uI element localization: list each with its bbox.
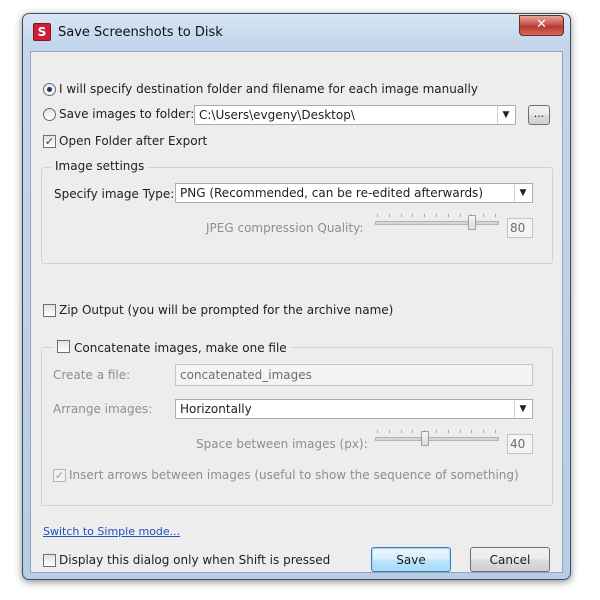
shift-only-label[interactable]: Display this dialog only when Shift is p… bbox=[59, 553, 330, 567]
concatenate-checkbox[interactable] bbox=[57, 340, 70, 353]
shift-only-checkbox[interactable] bbox=[43, 554, 56, 567]
jpeg-quality-slider-tick bbox=[483, 214, 484, 217]
jpeg-quality-slider-tick bbox=[448, 214, 449, 217]
cancel-button[interactable]: Cancel bbox=[470, 547, 550, 572]
space-between-slider[interactable] bbox=[375, 428, 499, 450]
dialog-window: S Save Screenshots to Disk ✕ I will spec… bbox=[22, 13, 571, 580]
jpeg-quality-slider[interactable] bbox=[375, 212, 499, 234]
jpeg-quality-slider-tick bbox=[460, 214, 461, 217]
space-between-slider-tick bbox=[436, 430, 437, 433]
jpeg-quality-input[interactable]: 80 bbox=[507, 218, 533, 238]
concatenate-title-wrap: Concatenate images, make one file bbox=[53, 339, 291, 355]
zip-output-checkbox[interactable] bbox=[43, 304, 56, 317]
save-to-folder-radio[interactable] bbox=[43, 108, 56, 121]
concatenate-label[interactable]: Concatenate images, make one file bbox=[74, 341, 287, 355]
jpeg-quality-slider-tick bbox=[495, 214, 496, 217]
space-between-slider-tick bbox=[389, 430, 390, 433]
manual-destination-label[interactable]: I will specify destination folder and fi… bbox=[59, 82, 478, 96]
space-between-slider-tick bbox=[412, 430, 413, 433]
dialog-client-area: I will specify destination folder and fi… bbox=[30, 51, 563, 573]
save-to-folder-label[interactable]: Save images to folder: bbox=[59, 107, 194, 121]
space-between-slider-tick bbox=[401, 430, 402, 433]
open-folder-label[interactable]: Open Folder after Export bbox=[59, 134, 207, 148]
window-title: Save Screenshots to Disk bbox=[58, 25, 223, 40]
space-between-slider-tick bbox=[471, 430, 472, 433]
jpeg-quality-slider-tick bbox=[377, 214, 378, 217]
space-between-input[interactable]: 40 bbox=[507, 434, 533, 454]
space-between-slider-tick bbox=[460, 430, 461, 433]
space-between-slider-track bbox=[375, 437, 499, 441]
jpeg-quality-slider-track bbox=[375, 221, 499, 225]
arrange-images-label: Arrange images: bbox=[53, 402, 153, 416]
space-between-slider-tick bbox=[448, 430, 449, 433]
space-between-slider-tick bbox=[377, 430, 378, 433]
create-file-input[interactable]: concatenated_images bbox=[175, 364, 533, 386]
image-type-label: Specify image Type: bbox=[54, 187, 175, 201]
jpeg-quality-label: JPEG compression Quality: bbox=[206, 221, 364, 235]
zip-output-label[interactable]: Zip Output (you will be prompted for the… bbox=[59, 303, 393, 317]
insert-arrows-checkbox[interactable]: ✓ bbox=[53, 469, 66, 482]
create-file-label: Create a file: bbox=[53, 368, 131, 382]
jpeg-quality-slider-tick bbox=[424, 214, 425, 217]
open-folder-checkbox[interactable]: ✓ bbox=[43, 135, 56, 148]
folder-path-value: C:\Users\evgeny\Desktop\ bbox=[199, 108, 355, 122]
arrange-images-select[interactable]: Horizontally bbox=[175, 399, 533, 419]
close-button[interactable]: ✕ bbox=[519, 15, 564, 36]
image-settings-title: Image settings bbox=[51, 159, 149, 173]
image-type-dropdown-arrow-icon[interactable]: ▼ bbox=[514, 184, 531, 202]
jpeg-quality-slider-thumb[interactable] bbox=[468, 215, 476, 230]
space-between-slider-thumb[interactable] bbox=[421, 431, 429, 446]
space-between-slider-tick bbox=[483, 430, 484, 433]
jpeg-quality-slider-tick bbox=[401, 214, 402, 217]
space-between-slider-tick bbox=[495, 430, 496, 433]
space-between-label: Space between images (px): bbox=[196, 437, 368, 451]
save-button[interactable]: Save bbox=[371, 547, 451, 572]
jpeg-quality-slider-tick bbox=[389, 214, 390, 217]
folder-dropdown-arrow-icon[interactable]: ▼ bbox=[497, 106, 514, 124]
folder-path-combo[interactable]: C:\Users\evgeny\Desktop\ bbox=[194, 105, 516, 125]
title-bar[interactable]: S Save Screenshots to Disk ✕ bbox=[23, 14, 570, 44]
browse-folder-button[interactable]: ... bbox=[528, 105, 550, 125]
insert-arrows-label[interactable]: Insert arrows between images (useful to … bbox=[69, 468, 519, 482]
arrange-dropdown-arrow-icon[interactable]: ▼ bbox=[514, 400, 531, 418]
image-type-value: PNG (Recommended, can be re-edited after… bbox=[180, 186, 483, 200]
jpeg-quality-slider-tick bbox=[412, 214, 413, 217]
jpeg-quality-slider-tick bbox=[436, 214, 437, 217]
switch-simple-mode-link[interactable]: Switch to Simple mode... bbox=[43, 525, 180, 538]
app-logo-icon: S bbox=[33, 23, 51, 41]
manual-destination-radio[interactable] bbox=[43, 83, 56, 96]
image-type-select[interactable]: PNG (Recommended, can be re-edited after… bbox=[175, 183, 533, 203]
arrange-images-value: Horizontally bbox=[180, 402, 252, 416]
